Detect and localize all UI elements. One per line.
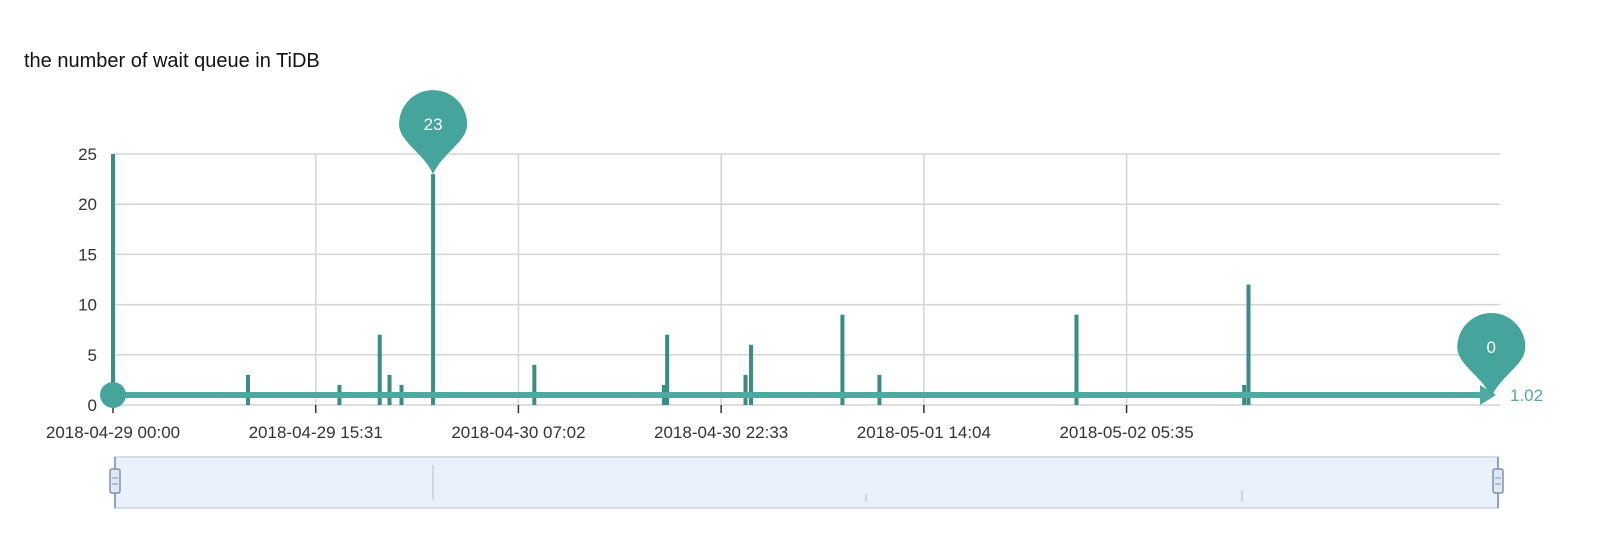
x-tick-label: 2018-04-30 22:33 <box>654 423 788 442</box>
y-tick-label: 25 <box>78 145 97 164</box>
zoom-track[interactable] <box>114 456 1499 509</box>
marker-label: 23 <box>424 115 443 134</box>
baseline-end-label: 1.02 <box>1510 386 1543 405</box>
zoom-handle-left[interactable] <box>109 468 121 494</box>
data-bar <box>431 174 436 405</box>
zoom-handle-right[interactable] <box>1492 468 1504 494</box>
x-tick-label: 2018-04-29 15:31 <box>249 423 383 442</box>
data-bar <box>111 154 115 405</box>
grid-layer <box>113 153 1500 406</box>
data-bar <box>245 374 250 405</box>
data-bar <box>877 374 882 405</box>
data-bar <box>840 314 845 405</box>
marker-label: 0 <box>1487 338 1496 357</box>
data-bar <box>743 374 748 405</box>
y-tick-label: 0 <box>88 396 97 415</box>
x-axis: 2018-04-29 00:00 2018-04-29 15:31 2018-04-… <box>46 405 1194 442</box>
x-tick-label: 2018-04-29 00:00 <box>46 423 180 442</box>
data-bar <box>1246 284 1251 405</box>
x-tick-label: 2018-04-30 07:02 <box>451 423 585 442</box>
y-tick-label: 15 <box>78 245 97 264</box>
wait-queue-chart: 0 5 10 15 20 25 2018-04-29 00:00 2018-04-29 15… <box>46 90 1543 509</box>
data-bar <box>1074 314 1079 405</box>
y-tick-label: 20 <box>78 195 97 214</box>
data-bar <box>532 364 537 405</box>
baseline-start-dot <box>100 381 126 408</box>
y-tick-label: 5 <box>88 346 97 365</box>
markers: 23 0 <box>399 90 1526 397</box>
y-axis: 0 5 10 15 20 25 <box>78 145 114 415</box>
x-tick-label: 2018-05-01 14:04 <box>857 423 991 442</box>
data-zoom-slider[interactable] <box>109 456 1504 509</box>
x-tick-label: 2018-05-02 05:35 <box>1059 423 1193 442</box>
series-bars <box>111 154 1251 405</box>
data-bar <box>387 374 392 405</box>
y-tick-label: 10 <box>78 296 97 315</box>
